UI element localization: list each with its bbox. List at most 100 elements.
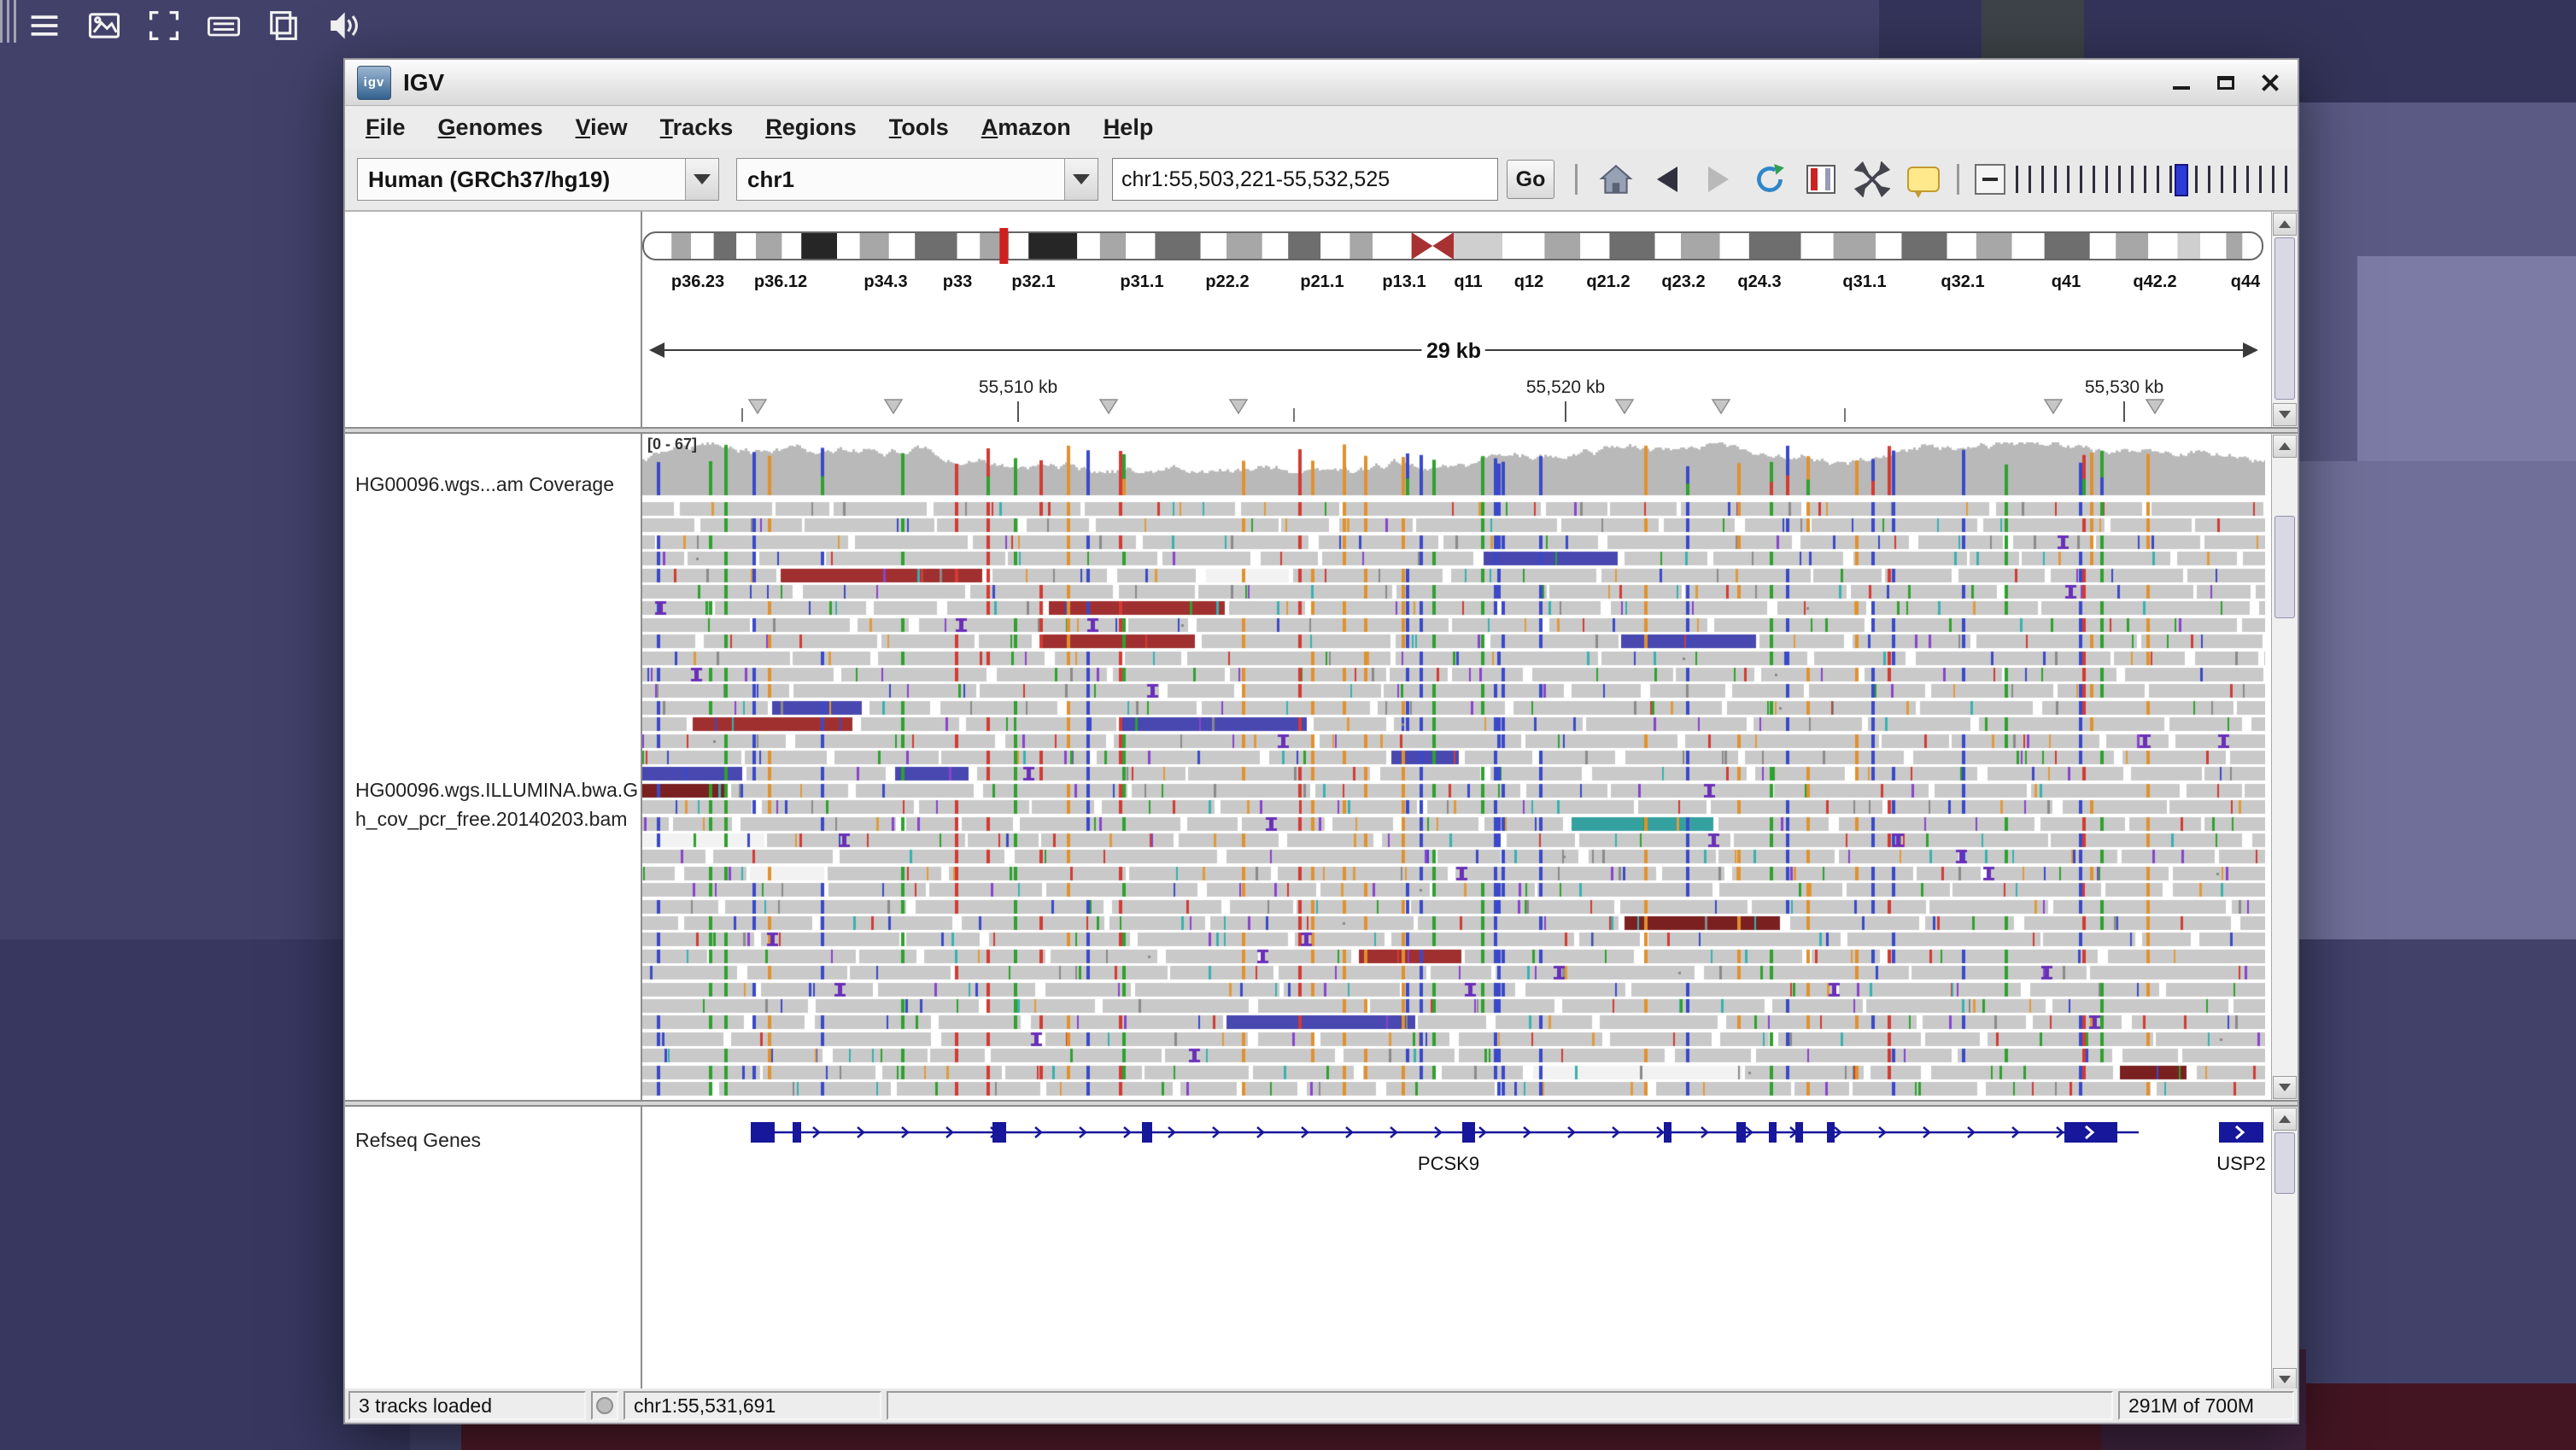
keyboard-icon[interactable]	[205, 7, 243, 44]
scroll-down-icon[interactable]	[2273, 1076, 2297, 1099]
panel-divider[interactable]	[345, 427, 2298, 434]
desktop-taskbar	[26, 7, 362, 44]
alignment-canvas[interactable]	[642, 434, 2265, 1098]
desktop-patch	[2255, 461, 2576, 939]
statusbar: 3 tracks loaded chr1:55,531,691 291M of …	[345, 1389, 2298, 1423]
chromosome-select-value: chr1	[737, 159, 1064, 200]
forward-icon	[1695, 156, 1742, 202]
zoom-thumb[interactable]	[2175, 164, 2188, 196]
svg-text:q42.2: q42.2	[2133, 272, 2176, 291]
zoom-out-icon[interactable]	[1975, 164, 2005, 195]
chromosome-select[interactable]: chr1	[736, 158, 1098, 201]
igv-window: igv IGV File Genomes View Tracks Regions…	[343, 58, 2299, 1424]
desktop-patch	[2306, 1383, 2576, 1450]
scroll-up-icon[interactable]	[2273, 1108, 2297, 1131]
chevron-down-icon[interactable]	[685, 159, 718, 200]
genome-select-value: Human (GRCh37/hg19)	[358, 159, 685, 200]
genes-panel: Refseq Genes PCSK9 USP2	[345, 1107, 2298, 1392]
scroll-down-icon[interactable]	[2273, 1368, 2297, 1391]
genome-select[interactable]: Human (GRCh37/hg19)	[357, 158, 719, 201]
maximize-button[interactable]	[2210, 67, 2241, 98]
menu-tools[interactable]: Tools	[889, 114, 949, 141]
menu-amazon[interactable]: Amazon	[981, 114, 1071, 141]
windows-icon[interactable]	[265, 7, 302, 44]
svg-text:q41: q41	[2052, 272, 2081, 291]
svg-text:p22.2: p22.2	[1205, 272, 1249, 291]
minimize-button[interactable]	[2166, 67, 2197, 98]
svg-text:q24.3: q24.3	[1737, 272, 1781, 291]
svg-text:p33: p33	[943, 272, 972, 291]
back-icon[interactable]	[1644, 156, 1690, 202]
alignment-scrollbar[interactable]	[2271, 434, 2298, 1100]
svg-text:p32.1: p32.1	[1011, 272, 1055, 291]
refseq-genes-track[interactable]: PCSK9 USP2	[642, 1107, 2271, 1392]
titlebar[interactable]: igv IGV	[345, 60, 2298, 106]
toolbar: Human (GRCh37/hg19) chr1 Go	[345, 149, 2298, 212]
svg-text:55,530 kb: 55,530 kb	[2085, 377, 2163, 397]
cursor-position-status: chr1:55,531,691	[624, 1391, 881, 1420]
locus-input[interactable]	[1112, 158, 1498, 201]
svg-text:q44: q44	[2231, 272, 2261, 291]
coverage-track-name[interactable]: HG00096.wgs...am Coverage	[355, 473, 614, 496]
menu-file[interactable]: File	[366, 114, 406, 141]
menu-help[interactable]: Help	[1104, 114, 1154, 141]
scroll-down-icon[interactable]	[2273, 403, 2297, 426]
menu-genomes[interactable]: Genomes	[438, 114, 543, 141]
ideogram-panel: p36.23p36.12p34.3p33p32.1p31.1p22.2p21.1…	[345, 212, 2298, 427]
svg-text:p13.1: p13.1	[1382, 272, 1426, 291]
ideogram-name-column	[345, 212, 642, 427]
close-icon	[2261, 73, 2280, 92]
menu-regions[interactable]: Regions	[765, 114, 857, 141]
genes-main: PCSK9 USP2	[642, 1107, 2271, 1392]
menu-view[interactable]: View	[576, 114, 628, 141]
menu-icon[interactable]	[26, 7, 63, 44]
window-title: IGV	[403, 69, 444, 96]
speaker-icon[interactable]	[325, 7, 362, 44]
scrollbar-thumb[interactable]	[2274, 1132, 2295, 1194]
coverage-range-label: [0 - 67]	[647, 436, 697, 453]
svg-text:p31.1: p31.1	[1120, 272, 1163, 291]
ideogram-main: p36.23p36.12p34.3p33p32.1p31.1p22.2p21.1…	[642, 212, 2271, 427]
menu-tracks[interactable]: Tracks	[660, 114, 734, 141]
fit-to-window-icon[interactable]	[1849, 156, 1895, 202]
ideogram-scrollbar[interactable]	[2271, 212, 2298, 427]
zoom-ticks[interactable]	[2016, 166, 2298, 193]
genes-scrollbar[interactable]	[2271, 1107, 2298, 1392]
go-button[interactable]: Go	[1507, 160, 1554, 199]
genes-track-name[interactable]: Refseq Genes	[355, 1129, 481, 1152]
fullscreen-icon[interactable]	[145, 7, 183, 44]
svg-text:USP2: USP2	[2216, 1153, 2265, 1174]
svg-text:55,520 kb: 55,520 kb	[1526, 377, 1605, 397]
svg-text:q23.2: q23.2	[1661, 272, 1705, 291]
svg-text:q32.1: q32.1	[1941, 272, 1984, 291]
alignment-track-name-line1[interactable]: HG00096.wgs.ILLUMINA.bwa.G	[355, 779, 638, 802]
status-indicator	[591, 1391, 618, 1420]
scroll-up-icon[interactable]	[2273, 213, 2297, 236]
chromosome-ideogram[interactable]: p36.23p36.12p34.3p33p32.1p31.1p22.2p21.1…	[642, 212, 2271, 427]
define-region-icon[interactable]	[1798, 156, 1844, 202]
svg-text:p21.1: p21.1	[1300, 272, 1344, 291]
close-button[interactable]	[2255, 67, 2286, 98]
genes-name-column: Refseq Genes	[345, 1107, 642, 1392]
svg-text:q21.2: q21.2	[1586, 272, 1630, 291]
panel-divider[interactable]	[345, 1100, 2298, 1107]
desktop-patch	[2357, 256, 2576, 461]
svg-text:PCSK9: PCSK9	[1418, 1153, 1479, 1174]
chevron-down-icon[interactable]	[1064, 159, 1098, 200]
svg-text:p36.23: p36.23	[671, 272, 724, 291]
memory-status: 291M of 700M	[2118, 1391, 2294, 1420]
refresh-icon[interactable]	[1747, 156, 1793, 202]
panel-grip[interactable]	[0, 0, 20, 43]
svg-text:29 kb: 29 kb	[1426, 339, 1481, 363]
home-icon[interactable]	[1593, 156, 1639, 202]
screenshot-icon[interactable]	[85, 7, 123, 44]
alignment-track-name-line2[interactable]: h_cov_pcr_free.20140203.bam	[355, 808, 627, 831]
status-dot-icon	[596, 1397, 613, 1414]
svg-text:p36.12: p36.12	[754, 272, 807, 291]
tooltip-icon[interactable]	[1900, 156, 1947, 202]
scrollbar-thumb[interactable]	[2274, 237, 2295, 400]
scrollbar-thumb[interactable]	[2274, 516, 2295, 618]
scroll-up-icon[interactable]	[2273, 435, 2297, 458]
zoom-slider[interactable]	[1975, 156, 2298, 202]
toolbar-separator	[1575, 164, 1578, 195]
